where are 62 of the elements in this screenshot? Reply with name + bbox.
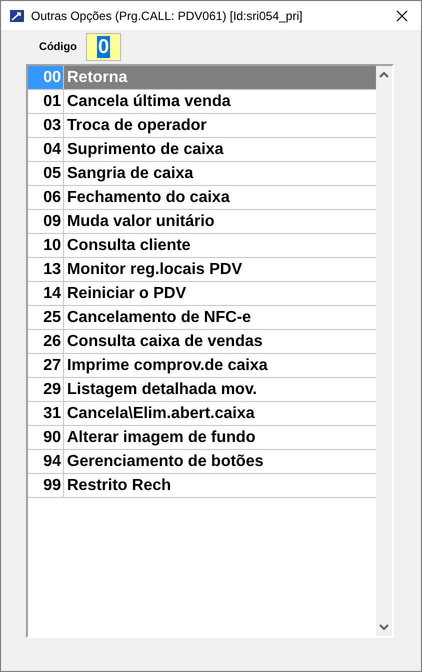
option-row[interactable]: 25 Cancelamento de NFC-e — [28, 306, 376, 330]
option-code: 00 — [28, 66, 64, 89]
option-label: Imprime comprov.de caixa — [66, 356, 268, 376]
option-code: 09 — [28, 210, 64, 233]
option-code: 27 — [28, 354, 64, 377]
option-code: 05 — [28, 162, 64, 185]
option-label: Cancela\Elim.abert.caixa — [66, 404, 255, 424]
app-icon — [9, 8, 25, 24]
window-title: Outras Opções (Prg.CALL: PDV061) [Id:sri054_pri] — [31, 8, 304, 22]
option-label: Monitor reg.locais PDV — [66, 260, 242, 280]
option-label: Fechamento do caixa — [66, 188, 230, 208]
option-row[interactable]: 00 Retorna — [28, 66, 376, 90]
scrollbar[interactable] — [376, 66, 392, 636]
option-code: 94 — [28, 450, 64, 473]
option-label: Muda valor unitário — [66, 212, 215, 232]
option-row[interactable]: 05 Sangria de caixa — [28, 162, 376, 186]
option-row[interactable]: 14 Reiniciar o PDV — [28, 282, 376, 306]
option-row[interactable]: 99 Restrito Rech — [28, 474, 376, 498]
option-code: 25 — [28, 306, 64, 329]
option-label: Gerenciamento de botões — [66, 452, 264, 472]
option-code: 13 — [28, 258, 64, 281]
option-code: 06 — [28, 186, 64, 209]
option-label: Retorna — [64, 66, 376, 89]
option-label: Reiniciar o PDV — [66, 284, 186, 304]
scroll-up-icon[interactable] — [379, 72, 389, 78]
option-row[interactable]: 90 Alterar imagem de fundo — [28, 426, 376, 450]
option-label: Suprimento de caixa — [66, 140, 224, 160]
option-row[interactable]: 01 Cancela última venda — [28, 90, 376, 114]
code-label: Código — [39, 41, 78, 53]
option-code: 10 — [28, 234, 64, 257]
option-label: Restrito Rech — [66, 476, 172, 496]
option-code: 31 — [28, 402, 64, 425]
option-code: 26 — [28, 330, 64, 353]
option-code: 90 — [28, 426, 64, 449]
option-row[interactable]: 26 Consulta caixa de vendas — [28, 330, 376, 354]
option-code: 04 — [28, 138, 64, 161]
option-label: Cancela última venda — [66, 92, 231, 112]
option-row[interactable]: 03 Troca de operador — [28, 114, 376, 138]
option-label: Troca de operador — [66, 116, 207, 136]
option-row[interactable]: 94 Gerenciamento de botões — [28, 450, 376, 474]
option-row[interactable]: 13 Monitor reg.locais PDV — [28, 258, 376, 282]
option-code: 03 — [28, 114, 64, 137]
option-label: Consulta caixa de vendas — [66, 332, 263, 352]
option-code: 14 — [28, 282, 64, 305]
option-row[interactable]: 31 Cancela\Elim.abert.caixa — [28, 402, 376, 426]
close-icon — [396, 10, 408, 22]
option-code: 29 — [28, 378, 64, 401]
option-row[interactable]: 27 Imprime comprov.de caixa — [28, 354, 376, 378]
option-code: 01 — [28, 90, 64, 113]
option-row[interactable]: 04 Suprimento de caixa — [28, 138, 376, 162]
code-field[interactable]: 0 — [86, 33, 121, 61]
option-code: 99 — [28, 474, 64, 497]
option-label: Alterar imagem de fundo — [66, 428, 256, 448]
option-label: Sangria de caixa — [66, 164, 194, 184]
option-label: Consulta cliente — [66, 236, 191, 256]
option-row[interactable]: 10 Consulta cliente — [28, 234, 376, 258]
option-label: Listagem detalhada mov. — [66, 380, 257, 400]
option-label: Cancelamento de NFC-e — [66, 308, 252, 328]
option-row[interactable]: 09 Muda valor unitário — [28, 210, 376, 234]
scroll-down-icon[interactable] — [379, 624, 389, 630]
option-row[interactable]: 29 Listagem detalhada mov. — [28, 378, 376, 402]
option-row[interactable]: 06 Fechamento do caixa — [28, 186, 376, 210]
